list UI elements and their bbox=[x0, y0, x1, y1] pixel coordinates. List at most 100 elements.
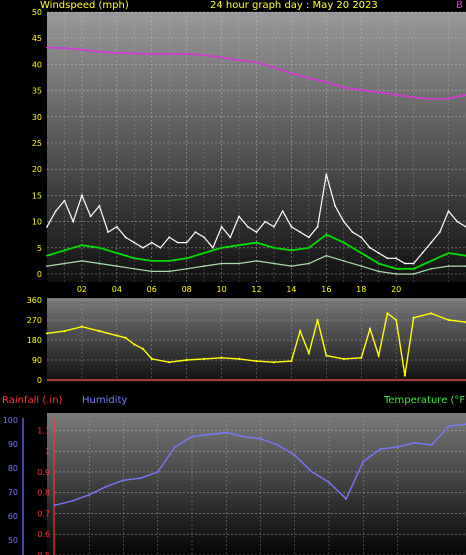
wind-ytick-label: 50 bbox=[32, 8, 42, 17]
wind-point-gust bbox=[98, 204, 101, 207]
dir-point bbox=[220, 356, 223, 359]
wind-point-lull bbox=[307, 262, 310, 265]
hum-ytick-label: 80 bbox=[8, 464, 18, 473]
wind-point-gust bbox=[142, 246, 144, 249]
rain-ytick-label: 0.8 bbox=[37, 489, 50, 498]
wind-point-average bbox=[430, 260, 432, 262]
dir-point bbox=[272, 361, 276, 364]
wind-point-lull bbox=[412, 273, 415, 275]
rain-ytick-label: 0.7 bbox=[37, 509, 50, 518]
rain-ytick-label: 1.1 bbox=[37, 426, 50, 435]
hum-point bbox=[430, 443, 433, 446]
wind-point-barometer_trace bbox=[342, 86, 345, 89]
hum-point bbox=[345, 497, 348, 500]
dir-point bbox=[141, 347, 145, 350]
wind-point-gust bbox=[351, 231, 354, 233]
wind-ytick-label: 20 bbox=[32, 165, 42, 174]
dir-point bbox=[63, 330, 66, 333]
wind-point-gust bbox=[342, 220, 345, 223]
wind-point-gust bbox=[72, 220, 75, 223]
dir-point bbox=[150, 357, 153, 360]
wind-point-lull bbox=[447, 265, 450, 268]
wind-point-lull bbox=[98, 262, 101, 265]
wind-point-gust bbox=[203, 236, 206, 239]
rain-ytick-label: 0.9 bbox=[37, 468, 50, 477]
hum-point bbox=[105, 485, 108, 488]
dir-point bbox=[255, 360, 258, 363]
wind-point-lull bbox=[168, 270, 171, 273]
wind-point-average bbox=[203, 252, 206, 254]
dir-point bbox=[290, 360, 293, 363]
hum-point bbox=[139, 477, 142, 480]
wind-point-barometer_trace bbox=[115, 51, 118, 54]
dir-point bbox=[237, 357, 241, 360]
wind-point-lull bbox=[325, 254, 328, 257]
wind-point-barometer_trace bbox=[290, 72, 293, 75]
dir-ytick-label: 360 bbox=[27, 296, 42, 305]
wind-ytick-label: 15 bbox=[32, 191, 42, 200]
wind-point-gust bbox=[220, 225, 223, 228]
hum-point bbox=[362, 460, 365, 463]
dir-point bbox=[386, 312, 389, 315]
wind-xtick-label: 16 bbox=[321, 285, 331, 294]
wind-point-gust bbox=[273, 225, 275, 228]
hum-point bbox=[122, 479, 125, 482]
dir-point bbox=[316, 318, 319, 322]
wind-point-average bbox=[63, 249, 66, 252]
wind-point-lull bbox=[360, 265, 363, 268]
wind-point-gust bbox=[124, 236, 127, 239]
wind-point-average bbox=[81, 244, 83, 247]
wind-point-barometer_trace bbox=[430, 98, 432, 100]
wind-point-average bbox=[98, 246, 101, 249]
dir-point bbox=[299, 330, 302, 333]
wind-point-barometer_trace bbox=[307, 77, 310, 79]
wind-point-barometer_trace bbox=[447, 97, 450, 100]
hum-point bbox=[88, 493, 91, 496]
wind-point-gust bbox=[107, 231, 110, 233]
dir-point bbox=[412, 316, 415, 319]
wind-point-gust bbox=[229, 236, 232, 239]
wind-point-average bbox=[273, 246, 275, 249]
hum-point bbox=[259, 437, 262, 440]
wind-point-lull bbox=[203, 265, 206, 268]
wind-point-gust bbox=[325, 173, 328, 176]
wind-point-gust bbox=[246, 225, 249, 228]
wind-point-barometer_trace bbox=[46, 46, 48, 49]
wind-point-gust bbox=[264, 220, 267, 223]
hum-point bbox=[276, 443, 279, 446]
hum-ytick-label: 100 bbox=[3, 416, 18, 425]
wind-point-lull bbox=[342, 260, 345, 262]
wind-point-lull bbox=[395, 273, 398, 275]
wind-point-gust bbox=[54, 210, 57, 213]
dir-point bbox=[447, 318, 450, 322]
rain-ytick-label: 0.6 bbox=[37, 530, 50, 539]
hum-point bbox=[191, 435, 193, 438]
wind-point-average bbox=[412, 267, 415, 270]
wind-point-average bbox=[185, 257, 188, 260]
hum-point bbox=[208, 433, 211, 436]
wind-point-average bbox=[46, 254, 48, 257]
wind-point-gust bbox=[150, 241, 153, 244]
wind-point-gust bbox=[316, 225, 319, 228]
wind-point-lull bbox=[255, 260, 258, 262]
wind-point-gust bbox=[255, 231, 258, 233]
wind-ytick-label: 40 bbox=[32, 60, 42, 69]
dir-point bbox=[98, 330, 101, 333]
wind-point-lull bbox=[81, 260, 83, 262]
wind-point-barometer_trace bbox=[238, 59, 240, 62]
wind-point-lull bbox=[133, 267, 136, 270]
dir-point bbox=[325, 354, 328, 357]
wind-point-gust bbox=[63, 199, 66, 202]
dir-point bbox=[80, 325, 84, 328]
wind-point-lull bbox=[377, 270, 380, 273]
wind-point-gust bbox=[290, 225, 293, 228]
hum-point bbox=[413, 441, 416, 444]
hum-point bbox=[447, 425, 450, 428]
wind-point-average bbox=[150, 260, 153, 262]
dir-point bbox=[124, 336, 127, 339]
wind-point-gust bbox=[386, 257, 389, 260]
wind-xtick-label: 14 bbox=[286, 285, 296, 294]
wind-point-barometer_trace bbox=[220, 56, 223, 59]
wind-xtick-label: 18 bbox=[356, 285, 366, 294]
wind-point-average bbox=[447, 252, 450, 254]
